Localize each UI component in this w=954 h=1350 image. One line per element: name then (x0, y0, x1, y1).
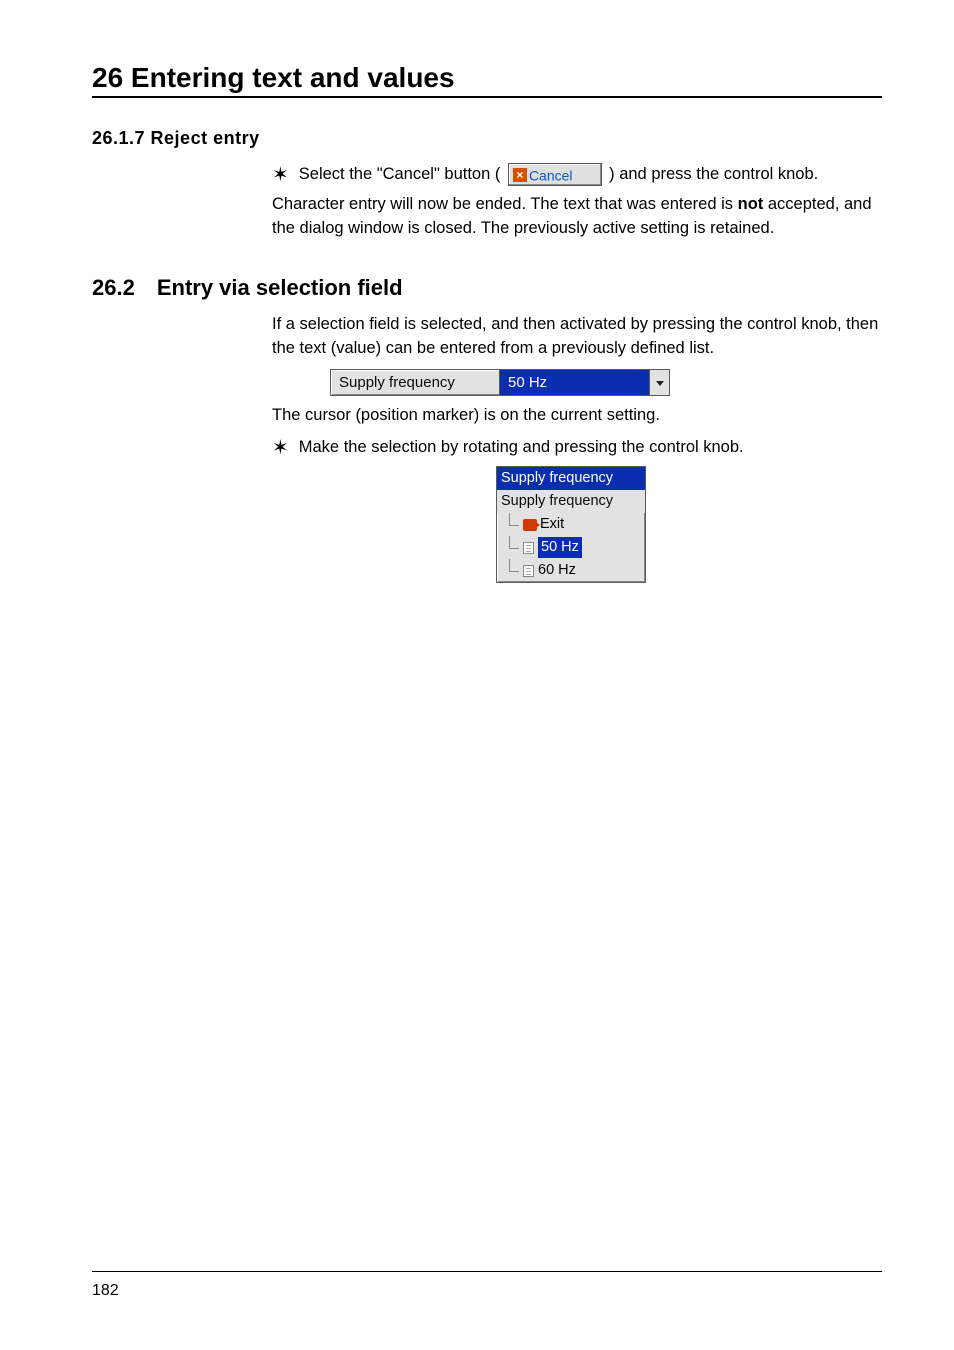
tree-connector-icon (503, 517, 523, 533)
step-bullet: ✶ (272, 438, 289, 458)
page-number: 182 (92, 1282, 119, 1300)
paragraph-part: Character entry will now be ended. The t… (272, 195, 738, 213)
chevron-down-icon (655, 378, 665, 388)
title-rule (92, 96, 882, 98)
supply-frequency-dropdown[interactable]: Supply frequency Supply frequency Exit 5… (496, 466, 646, 583)
dropdown-subheader: Supply frequency (497, 490, 645, 513)
step-text: Make the selection by rotating and press… (299, 436, 744, 460)
section-heading-262: 26.2 Entry via selection field (92, 275, 882, 301)
dropdown-button[interactable] (649, 370, 669, 396)
supply-frequency-select[interactable]: Supply frequency 50 Hz (330, 369, 670, 397)
page-title: 26 Entering text and values (92, 62, 882, 94)
paragraph: The cursor (position marker) is on the c… (272, 404, 882, 428)
section-title: Entry via selection field (157, 275, 403, 300)
dropdown-title: Supply frequency (497, 467, 645, 490)
exit-icon (523, 519, 537, 531)
section-heading-2617: 26.1.7 Reject entry (92, 128, 882, 149)
paragraph: Character entry will now be ended. The t… (272, 193, 882, 241)
dropdown-item-exit[interactable]: Exit (497, 513, 645, 536)
tree-connector-icon (503, 563, 523, 579)
cancel-button[interactable]: ×Cancel (508, 163, 602, 186)
cancel-button-label: Cancel (529, 167, 573, 183)
document-icon (523, 542, 534, 554)
step-line-pre: Select the "Cancel" button ( (299, 165, 501, 183)
tree-connector-icon (503, 540, 523, 556)
dropdown-item-50hz[interactable]: 50 Hz (497, 536, 645, 559)
paragraph: If a selection field is selected, and th… (272, 313, 882, 361)
select-label: Supply frequency (331, 370, 499, 396)
dropdown-item-60hz[interactable]: 60 Hz (497, 559, 645, 582)
step-line-post: ) and press the control knob. (609, 165, 818, 183)
footer-rule (92, 1271, 882, 1272)
step-text: Select the "Cancel" button ( ×Cancel ) a… (299, 163, 818, 187)
dropdown-item-label: 50 Hz (538, 537, 582, 558)
select-value: 50 Hz (499, 370, 649, 396)
dropdown-item-label: 60 Hz (538, 560, 576, 581)
document-icon (523, 565, 534, 577)
dropdown-item-label: Exit (540, 514, 564, 535)
section-number: 26.2 (92, 275, 135, 301)
close-icon: × (513, 168, 527, 182)
paragraph-bold: not (738, 195, 764, 213)
step-bullet: ✶ (272, 165, 289, 185)
